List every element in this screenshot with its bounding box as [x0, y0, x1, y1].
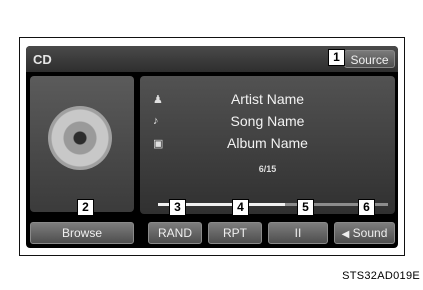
figure-code: STS32AD019E: [342, 270, 420, 282]
screen-title: CD: [33, 52, 52, 67]
browse-button[interactable]: Browse: [30, 222, 134, 244]
callout-3: 3: [169, 199, 186, 216]
callout-6: 6: [358, 199, 375, 216]
progress-bar[interactable]: [158, 203, 388, 206]
audio-screen: CD Source ♟ Artist Name ♪ Song Name ▣ Al…: [26, 46, 398, 248]
cd-disc-icon: [48, 106, 112, 170]
random-button[interactable]: RAND: [148, 222, 202, 244]
callout-2: 2: [77, 199, 94, 216]
pause-button[interactable]: II: [268, 222, 328, 244]
speaker-icon: ◀: [341, 229, 350, 240]
callout-5: 5: [297, 199, 314, 216]
artist-name: Artist Name: [230, 91, 305, 107]
repeat-button[interactable]: RPT: [208, 222, 262, 244]
track-counter: 6/15: [258, 164, 277, 174]
callout-1: 1: [328, 49, 345, 66]
album-name: Album Name: [227, 135, 308, 151]
song-name: Song Name: [230, 113, 305, 129]
callout-4: 4: [232, 199, 249, 216]
track-info-panel: ♟ Artist Name ♪ Song Name ▣ Album Name 6…: [140, 76, 395, 214]
source-button[interactable]: Source: [344, 50, 395, 68]
album-art-panel: [30, 76, 134, 212]
sound-label: Sound: [352, 226, 388, 240]
sound-button[interactable]: ◀ Sound: [334, 222, 395, 244]
